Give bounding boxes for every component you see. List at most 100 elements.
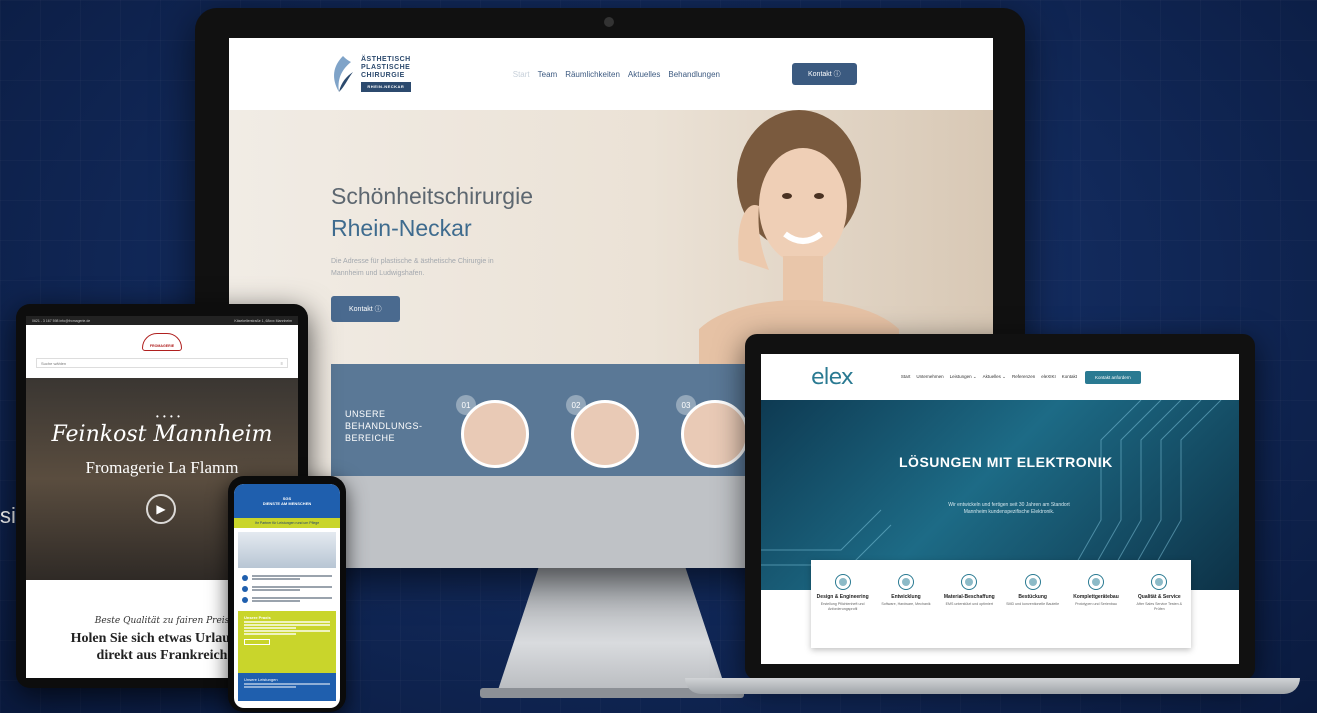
site-header: SGS DIENSTE AM MENSCHEN xyxy=(234,484,340,518)
site-logo[interactable]: FROMAGERIE xyxy=(142,332,182,351)
services-box: Unsere Leistungen xyxy=(238,673,336,701)
phone-icon xyxy=(242,574,248,581)
contact-row-address[interactable] xyxy=(234,594,340,605)
logo-row: FROMAGERIE xyxy=(26,325,298,358)
treatment-card-2[interactable]: 02 xyxy=(566,395,639,468)
phone-screen: SGS DIENSTE AM MENSCHEN Ihr Partner für … xyxy=(234,484,340,708)
logo-line-2: DIENSTE AM MENSCHEN xyxy=(262,501,312,506)
service-title: Qualität & Service xyxy=(1137,594,1181,600)
nav-item-unternehmen[interactable]: Unternehmen xyxy=(916,374,943,380)
hero-title: LÖSUNGEN MIT ELEKTRONIK xyxy=(899,454,1113,470)
nav-item-referenzen[interactable]: Referenzen xyxy=(1012,374,1035,380)
hero-subtitle: Die Adresse für plastische & ästhetische… xyxy=(331,258,494,277)
nav-item-team[interactable]: Team xyxy=(538,70,558,79)
service-desc: SMD und konventionelle Bauteile xyxy=(1006,602,1060,606)
logo-line-2: PLASTISCHE xyxy=(361,64,411,71)
hero-title-line-1: Schönheitschirurgie xyxy=(331,183,534,209)
services-card: Design & Engineering Erstellung Pflichte… xyxy=(811,560,1191,648)
treatment-number: 01 xyxy=(456,395,476,415)
menu-icon[interactable]: ≡ xyxy=(281,361,283,366)
contact-row-phone[interactable] xyxy=(234,572,340,583)
site-header: elex Start Unternehmen Leistungen ⌄ Aktu… xyxy=(761,354,1239,400)
hero-image xyxy=(238,532,336,568)
nav-item-start[interactable]: Start xyxy=(513,70,530,79)
topbar-contact[interactable]: 0621 - 3 167 598 info@fromagerie.de xyxy=(32,319,90,323)
service-item[interactable]: Bestückung SMD und konventionelle Bautei… xyxy=(1005,574,1061,648)
material-icon xyxy=(961,574,978,590)
site-nav: Start Unternehmen Leistungen ⌄ Aktuelles… xyxy=(901,374,1077,380)
phone-device: SGS DIENSTE AM MENSCHEN Ihr Partner für … xyxy=(228,476,346,712)
site-logo[interactable]: SGS DIENSTE AM MENSCHEN xyxy=(263,496,312,506)
treatment-number: 03 xyxy=(676,395,696,415)
hero-contact-button[interactable]: Kontakt ⓘ xyxy=(331,296,400,322)
nav-item-aktuelles[interactable]: Aktuelles xyxy=(628,70,660,79)
development-icon xyxy=(897,574,914,590)
play-icon[interactable]: ▶ xyxy=(146,494,176,524)
service-desc: After Sales Service Testen & Prüfen xyxy=(1136,602,1183,611)
topbar-address: Käsekellerstraße 1, 68xxx Mannheim xyxy=(234,318,292,323)
service-item[interactable]: Material-Beschaffung EMS unterstützt und… xyxy=(941,574,997,648)
quality-icon xyxy=(1151,574,1168,590)
hero-title-line-2: Rhein-Neckar xyxy=(331,215,472,241)
device-build-icon xyxy=(1087,574,1104,590)
search-select[interactable]: Suche wählen ≡ xyxy=(36,358,288,368)
service-desc: EMS unterstützt und optimiert xyxy=(945,602,993,606)
service-title: Komplettgerätebau xyxy=(1073,594,1119,600)
highlight-bar: Ihr Partner für Leistungen rund um Pfleg… xyxy=(234,518,340,528)
site-header: ÄSTHETISCH PLASTISCHE CHIRURGIE RHEIN-NE… xyxy=(229,38,993,110)
service-title: Material-Beschaffung xyxy=(943,594,995,600)
services-title: Unsere Leistungen xyxy=(244,677,278,682)
logo-tagline: RHEIN-NECKAR xyxy=(361,82,411,92)
service-item[interactable]: Entwicklung Software, Hardware, Mechanik xyxy=(878,574,934,648)
mail-icon xyxy=(242,585,248,592)
treatments-title: UNSERE BEHANDLUNGS-BEREICHE xyxy=(345,409,423,443)
nav-item-kontakt[interactable]: Kontakt xyxy=(1062,374,1077,380)
service-item[interactable]: Qualität & Service After Sales Service T… xyxy=(1131,574,1187,648)
contact-row-email[interactable] xyxy=(234,583,340,594)
contact-topbar: 0621 - 3 167 598 info@fromagerie.de Käse… xyxy=(26,316,298,325)
nav-item-start[interactable]: Start xyxy=(901,374,911,380)
hero-title: Schönheitschirurgie Rhein-Neckar xyxy=(331,180,533,244)
service-title: Entwicklung xyxy=(891,594,921,600)
nav-item-aktuelles[interactable]: Aktuelles ⌄ xyxy=(983,374,1006,380)
practice-button[interactable] xyxy=(244,639,270,645)
assembly-icon xyxy=(1024,574,1041,590)
hero-title: Feinkost Mannheim xyxy=(51,422,273,447)
nav-item-raeumlichkeiten[interactable]: Räumlichkeiten xyxy=(565,70,620,79)
location-icon xyxy=(242,596,248,603)
logo-swoosh-icon xyxy=(334,56,353,92)
headline-line-2: direkt aus Frankreich xyxy=(96,648,228,663)
camera-icon xyxy=(604,17,614,27)
contact-button[interactable]: Kontakt ⓘ xyxy=(791,63,857,85)
service-title: Bestückung xyxy=(1018,594,1047,600)
hero-dots: • • • • xyxy=(156,412,181,421)
logo-line-1: ÄSTHETISCH xyxy=(361,56,411,63)
practice-box: Unsere Praxis xyxy=(238,611,336,673)
laptop-base xyxy=(685,678,1300,694)
treatment-number: 02 xyxy=(566,395,586,415)
service-desc: Erstellung Pflichtenheft und Anforderung… xyxy=(820,602,865,611)
site-logo[interactable]: elex xyxy=(811,365,854,390)
service-desc: Prototypen und Serienbau xyxy=(1075,602,1117,606)
service-item[interactable]: Komplettgerätebau Prototypen und Serienb… xyxy=(1068,574,1124,648)
hero-subtitle: Fromagerie La Flamm xyxy=(85,458,239,477)
treatment-card-3[interactable]: 03 xyxy=(676,395,749,468)
laptop-device: elex Start Unternehmen Leistungen ⌄ Aktu… xyxy=(745,334,1255,680)
treatments-band: UNSERE BEHANDLUNGS-BEREICHE 01 02 03 xyxy=(331,364,761,476)
hero-subtitle: Wir entwickeln und fertigen seit 30 Jahr… xyxy=(948,502,1070,515)
logo-line-3: CHIRURGIE xyxy=(361,72,405,79)
service-title: Design & Engineering xyxy=(816,594,869,600)
site-logo[interactable]: ÄSTHETISCH PLASTISCHE CHIRURGIE RHEIN-NE… xyxy=(329,54,411,94)
logo-text: ÄSTHETISCH PLASTISCHE CHIRURGIE RHEIN-NE… xyxy=(361,56,411,92)
site-nav: Start Team Räumlichkeiten Aktuelles Beha… xyxy=(513,70,720,79)
treatment-card-1[interactable]: 01 xyxy=(456,395,529,468)
contact-request-button[interactable]: Kontakt anfordern xyxy=(1085,370,1141,384)
service-item[interactable]: Design & Engineering Erstellung Pflichte… xyxy=(815,574,871,648)
hero-portrait-image xyxy=(699,110,899,370)
nav-item-elexiki[interactable]: eleXIKI xyxy=(1041,374,1056,380)
headline-line-1: Holen Sie sich etwas Urlaubsst xyxy=(70,631,254,646)
nav-item-behandlungen[interactable]: Behandlungen xyxy=(668,70,720,79)
nav-item-leistungen[interactable]: Leistungen ⌄ xyxy=(950,374,977,380)
design-icon xyxy=(834,574,851,590)
laptop-screen: elex Start Unternehmen Leistungen ⌄ Aktu… xyxy=(761,354,1239,664)
